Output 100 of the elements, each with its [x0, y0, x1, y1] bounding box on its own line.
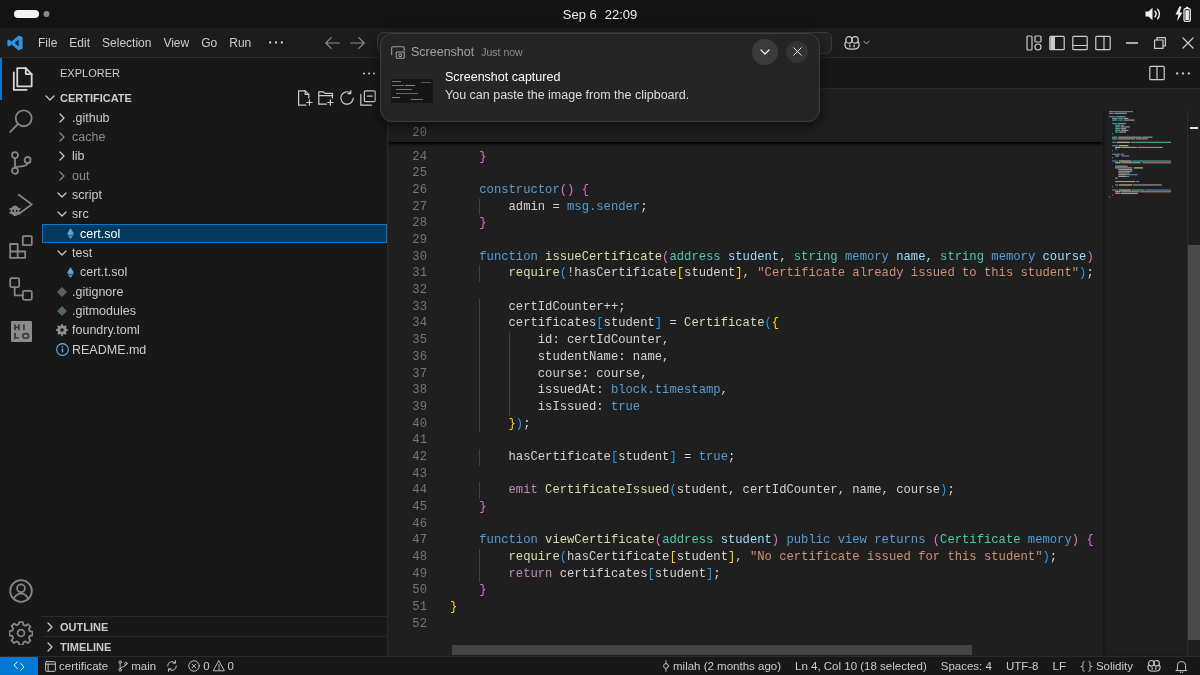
battery-icon[interactable]: [1175, 6, 1191, 22]
line-number: 45: [411, 499, 427, 516]
cursor-mark-icon: [1190, 127, 1198, 129]
line-number: 43: [411, 465, 427, 483]
branch-button[interactable]: main: [113, 657, 162, 675]
bell-icon[interactable]: [1175, 659, 1188, 673]
folder-item[interactable]: .github: [42, 108, 387, 128]
clock-button[interactable]: Sep 6 22:09: [562, 6, 638, 22]
code-line: function viewCertificate(address student) public view returns (Certificate memory) {: [479, 532, 1094, 550]
problems-button[interactable]: 0 0: [183, 657, 239, 675]
folder-item[interactable]: script: [42, 185, 387, 205]
tree-entry[interactable]: README.md: [42, 340, 387, 360]
tree-entry[interactable]: .gitignore: [42, 282, 387, 302]
panel-toggle-icon[interactable]: [1072, 34, 1088, 51]
status-item[interactable]: UTF-8: [998, 657, 1046, 675]
menu-item[interactable]: File: [32, 32, 64, 53]
folder-header[interactable]: CERTIFICATE: [42, 88, 297, 108]
workspace-button[interactable]: certificate: [40, 657, 114, 675]
menu-item[interactable]: Edit: [63, 32, 97, 53]
menu-item[interactable]: View: [157, 32, 196, 53]
tree-entry[interactable]: foundry.toml: [42, 320, 387, 341]
code-line: }: [479, 215, 487, 233]
blame-button[interactable]: milah (2 months ago): [655, 657, 789, 675]
workspace-indicator-icon[interactable]: [14, 10, 50, 18]
folder-item[interactable]: lib: [42, 146, 387, 167]
line-number: 38: [411, 382, 427, 399]
braces-icon: [1079, 660, 1093, 672]
layout-icon[interactable]: [1026, 34, 1042, 51]
new-file-icon[interactable]: [297, 90, 313, 106]
tree-entry[interactable]: .gitmodules: [42, 301, 387, 321]
line-number: 50: [411, 582, 427, 600]
nodes-icon: [9, 277, 33, 301]
back-arrow-icon[interactable]: [325, 36, 341, 49]
refresh-icon[interactable]: [339, 90, 355, 106]
caret-icon: [863, 40, 871, 45]
line-number: 40: [411, 415, 427, 433]
explorer-title: EXPLORER: [60, 67, 120, 79]
status-item[interactable]: Spaces: 4: [933, 657, 999, 675]
line-number: 33: [411, 298, 427, 316]
folder-item[interactable]: test: [42, 243, 387, 263]
sync-icon[interactable]: [166, 660, 179, 672]
diamond-icon: [57, 286, 67, 297]
code-line: admin = msg.sender;: [508, 198, 648, 216]
collapse-icon[interactable]: [360, 90, 376, 106]
robot-icon: [844, 35, 861, 50]
gear-icon: [56, 324, 68, 337]
expand-button[interactable]: [752, 38, 778, 65]
settings-icon[interactable]: [9, 621, 33, 645]
line-number: 37: [411, 365, 427, 383]
line-number: 26: [411, 181, 427, 199]
window-icon: [45, 660, 56, 672]
code-line: issuedAt: block.timestamp,: [537, 382, 728, 399]
status-item[interactable]: LF: [1045, 657, 1073, 675]
menu-item[interactable]: Go: [195, 32, 224, 53]
split-editor-icon[interactable]: [1149, 65, 1165, 81]
folder-item[interactable]: cache: [42, 127, 387, 147]
account-icon[interactable]: [9, 579, 33, 603]
menu-item[interactable]: Selection: [96, 32, 158, 53]
sidebar-toggle-icon[interactable]: [1049, 34, 1065, 51]
code-line: return certificates[student];: [508, 565, 721, 583]
line-number: 49: [411, 565, 427, 583]
line-number: 34: [411, 315, 427, 333]
more-icon[interactable]: [1176, 71, 1190, 75]
line-number: 42: [411, 448, 427, 466]
line-number: 36: [411, 348, 427, 366]
code-line: });: [508, 415, 531, 433]
code-line: }: [479, 582, 487, 600]
tree-entry[interactable]: cert.t.sol: [42, 262, 387, 283]
folder-item[interactable]: src: [42, 204, 387, 225]
line-number: 39: [411, 398, 427, 416]
code-line: function issueCertificate(address student, string memory name, string memory course): [479, 248, 1094, 266]
commit-icon: [662, 660, 670, 672]
more-icon[interactable]: [363, 71, 375, 75]
screenshot-thumbnail: [391, 79, 433, 103]
status-item[interactable]: Ln 4, Col 10 (18 selected): [788, 657, 934, 675]
minimap-drawing[interactable]: [1109, 111, 1171, 199]
restore-icon[interactable]: [1154, 36, 1166, 49]
language-button[interactable]: Solidity: [1072, 657, 1140, 675]
folder-item[interactable]: out: [42, 166, 387, 186]
line-number: 27: [411, 198, 427, 216]
section-header[interactable]: OUTLINE: [42, 616, 387, 636]
menu-item[interactable]: Run: [223, 32, 258, 53]
code-line: require(!hasCertificate[student], "Certificate already issued to this student");: [508, 265, 1094, 283]
minimize-icon[interactable]: [1126, 41, 1138, 44]
code-line: }: [479, 499, 487, 516]
robot-icon[interactable]: [1147, 660, 1161, 672]
tree-entry[interactable]: cert.sol: [42, 224, 387, 244]
split-layout-icon[interactable]: [1095, 34, 1111, 51]
code-line: hasCertificate[student] = true;: [508, 448, 736, 466]
scrollbar-thumb[interactable]: [452, 645, 972, 655]
run-debug-icon: [9, 193, 33, 217]
volume-icon[interactable]: [1145, 7, 1161, 21]
error-icon: [188, 660, 201, 672]
close-icon[interactable]: [1182, 36, 1194, 49]
new-folder-icon[interactable]: [318, 90, 334, 106]
more-icon[interactable]: [269, 41, 284, 44]
scrollbar-thumb[interactable]: [1188, 245, 1200, 640]
close-button[interactable]: [786, 40, 808, 63]
forward-arrow-icon[interactable]: [350, 36, 366, 49]
chat-menu-button[interactable]: [844, 35, 871, 50]
